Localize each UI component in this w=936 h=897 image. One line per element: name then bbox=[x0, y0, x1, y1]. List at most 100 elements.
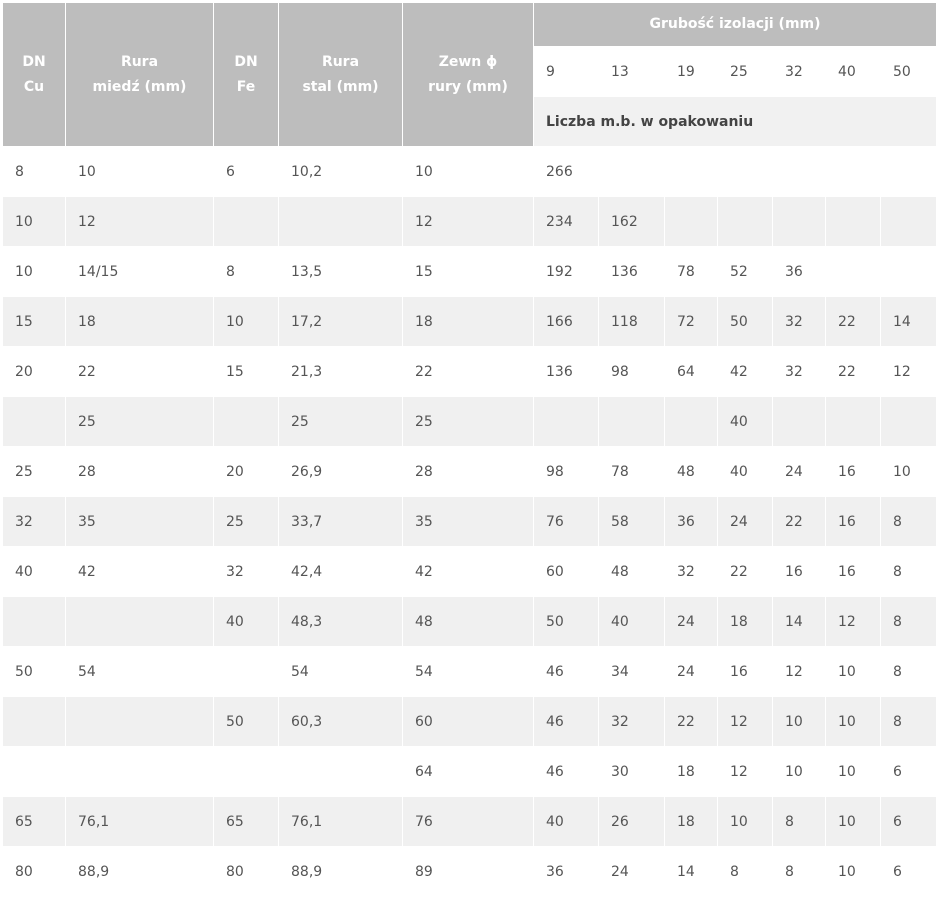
table-cell: 266 bbox=[534, 147, 599, 197]
table-row: 25252540 bbox=[3, 397, 936, 447]
table-cell: 24 bbox=[718, 497, 773, 547]
table-row: 101212234162 bbox=[3, 197, 936, 247]
table-cell: 72 bbox=[665, 297, 718, 347]
header-dn-fe: DN Fe bbox=[214, 3, 279, 147]
table-cell: 40 bbox=[534, 797, 599, 847]
table-cell: 22 bbox=[826, 297, 881, 347]
table-cell: 58 bbox=[599, 497, 665, 547]
table-cell: 35 bbox=[66, 497, 214, 547]
table-cell: 10,2 bbox=[279, 147, 403, 197]
table-cell: 32 bbox=[665, 547, 718, 597]
table-cell: 8 bbox=[3, 147, 66, 197]
table-cell: 20 bbox=[3, 347, 66, 397]
table-cell: 89 bbox=[403, 847, 534, 897]
table-cell: 15 bbox=[214, 347, 279, 397]
header-liczba-mb: Liczba m.b. w opakowaniu bbox=[534, 97, 936, 147]
table-cell bbox=[214, 197, 279, 247]
table-cell: 65 bbox=[214, 797, 279, 847]
table-cell: 16 bbox=[773, 547, 826, 597]
table-cell: 25 bbox=[66, 397, 214, 447]
table-cell: 80 bbox=[214, 847, 279, 897]
table-cell: 10 bbox=[403, 147, 534, 197]
table-cell: 60 bbox=[403, 697, 534, 747]
table-cell bbox=[665, 197, 718, 247]
header-grubosc-izolacji: Grubość izolacji (mm) bbox=[534, 3, 936, 47]
table-cell: 42 bbox=[718, 347, 773, 397]
table-cell: 36 bbox=[665, 497, 718, 547]
table-cell: 8 bbox=[718, 847, 773, 897]
table-cell bbox=[665, 397, 718, 447]
table-body: 810610,2102661012122341621014/15813,5151… bbox=[3, 147, 936, 897]
table-cell: 166 bbox=[534, 297, 599, 347]
table-cell: 42 bbox=[403, 547, 534, 597]
table-cell: 24 bbox=[599, 847, 665, 897]
table-cell: 25 bbox=[279, 397, 403, 447]
table-cell bbox=[881, 147, 936, 197]
table-cell: 26 bbox=[599, 797, 665, 847]
table-cell bbox=[534, 397, 599, 447]
thickness-header-cell: 13 bbox=[599, 47, 665, 97]
table-cell bbox=[214, 397, 279, 447]
table-row: 4048,3485040241814128 bbox=[3, 597, 936, 647]
table-cell bbox=[599, 397, 665, 447]
table-cell: 22 bbox=[718, 547, 773, 597]
table-cell: 32 bbox=[599, 697, 665, 747]
table-cell: 10 bbox=[826, 747, 881, 797]
table-cell: 162 bbox=[599, 197, 665, 247]
table-cell: 46 bbox=[534, 647, 599, 697]
table-cell: 10 bbox=[826, 697, 881, 747]
table-cell: 12 bbox=[718, 697, 773, 747]
table-row: 5060,3604632221210108 bbox=[3, 697, 936, 747]
table-cell: 6 bbox=[881, 747, 936, 797]
table-cell: 192 bbox=[534, 247, 599, 297]
table-cell: 18 bbox=[665, 747, 718, 797]
header-zewn-rury: Zewn ϕ rury (mm) bbox=[403, 3, 534, 147]
table-row: 15181017,2181661187250322214 bbox=[3, 297, 936, 347]
table-cell: 8 bbox=[773, 797, 826, 847]
table-cell: 8 bbox=[881, 597, 936, 647]
table-cell: 25 bbox=[214, 497, 279, 547]
table-cell bbox=[3, 597, 66, 647]
table-cell: 22 bbox=[665, 697, 718, 747]
table-cell: 6 bbox=[881, 847, 936, 897]
thickness-header-cell: 25 bbox=[718, 47, 773, 97]
table-cell: 32 bbox=[214, 547, 279, 597]
table-cell: 22 bbox=[826, 347, 881, 397]
thickness-header-cell: 50 bbox=[881, 47, 936, 97]
table-cell bbox=[66, 697, 214, 747]
header-dn-cu: DN Cu bbox=[3, 3, 66, 147]
table-cell: 78 bbox=[665, 247, 718, 297]
table-cell: 16 bbox=[826, 447, 881, 497]
table-cell: 14 bbox=[665, 847, 718, 897]
table-cell bbox=[279, 197, 403, 247]
table-cell: 12 bbox=[718, 747, 773, 797]
table-cell: 118 bbox=[599, 297, 665, 347]
table-cell bbox=[214, 747, 279, 797]
table-cell: 80 bbox=[3, 847, 66, 897]
table-cell: 136 bbox=[599, 247, 665, 297]
table-cell: 12 bbox=[403, 197, 534, 247]
table-cell: 98 bbox=[599, 347, 665, 397]
table-cell: 234 bbox=[534, 197, 599, 247]
table-cell: 8 bbox=[773, 847, 826, 897]
table-cell: 32 bbox=[773, 297, 826, 347]
table-cell: 14 bbox=[773, 597, 826, 647]
table-row: 20221521,322136986442322212 bbox=[3, 347, 936, 397]
table-cell: 50 bbox=[718, 297, 773, 347]
table-cell bbox=[881, 397, 936, 447]
table-cell: 16 bbox=[826, 497, 881, 547]
table-cell: 10 bbox=[718, 797, 773, 847]
table-cell: 25 bbox=[403, 397, 534, 447]
table-cell: 54 bbox=[279, 647, 403, 697]
table-cell: 6 bbox=[214, 147, 279, 197]
table-cell: 40 bbox=[718, 447, 773, 497]
header-rura-stal: Rura stal (mm) bbox=[279, 3, 403, 147]
table-cell: 10 bbox=[826, 847, 881, 897]
table-cell bbox=[3, 697, 66, 747]
table-cell: 54 bbox=[66, 647, 214, 697]
table-cell: 76 bbox=[534, 497, 599, 547]
table-cell: 54 bbox=[403, 647, 534, 697]
table-row: 6576,16576,176402618108106 bbox=[3, 797, 936, 847]
table-cell: 25 bbox=[3, 447, 66, 497]
thickness-header-cell: 40 bbox=[826, 47, 881, 97]
